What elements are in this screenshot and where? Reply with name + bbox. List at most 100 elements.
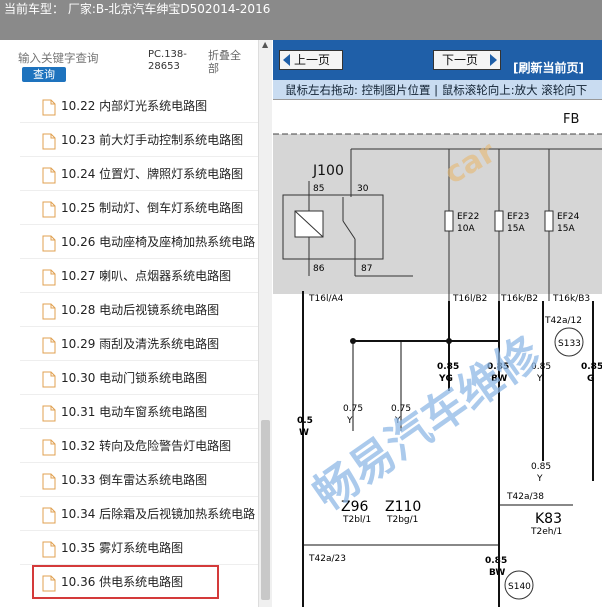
scroll-up-arrow-icon[interactable]: ▲ [262,40,268,49]
tree-item-label: 10.25 制动灯、倒车灯系统电路图 [61,201,244,215]
pin-30-label: 30 [357,184,369,194]
top-bar: 当前车型： 厂家:B-北京汽车绅宝D502014-2016 [0,0,602,40]
document-icon [42,99,56,116]
document-icon [42,439,56,456]
document-icon [42,269,56,286]
tree-item-label: 10.24 位置灯、牌照灯系统电路图 [61,167,244,181]
tree-item[interactable]: 10.26 电动座椅及座椅加热系统电路 [20,225,258,259]
splice-s140-label: S140 [508,582,531,592]
fb-label: FB [563,112,579,127]
collapse-all-link[interactable]: 折叠全部 [208,49,250,75]
tree-item[interactable]: 10.25 制动灯、倒车灯系统电路图 [20,191,258,225]
wire-7-color: Y [536,474,543,484]
tree-item-label: 10.29 雨刮及清洗系统电路图 [61,337,220,351]
arrow-left-icon [283,54,290,66]
fuse-ef23-name: EF23 [507,212,529,222]
search-bar: 查询 PC.138-28653 折叠全部 [0,40,258,84]
circuit-tree: 10.22 内部灯光系统电路图 10.23 前大灯手动控制系统电路图 10.24 位… [20,89,258,599]
splice-dot-b [446,338,452,344]
tree-item-label: 10.22 内部灯光系统电路图 [61,99,208,113]
document-icon [42,337,56,354]
tree-item[interactable]: 10.24 位置灯、牌照灯系统电路图 [20,157,258,191]
relay-label: J100 [312,163,344,179]
tree-item-label: 10.30 电动门锁系统电路图 [61,371,208,385]
wire-1-color: Y [346,416,353,426]
conn-t2bl-1: T2bl/1 [342,515,371,525]
splice-dot-a [350,338,356,344]
pin-85-label: 85 [313,184,324,194]
arrow-right-icon [490,54,497,66]
wire-8-gauge: 0.85 [485,556,507,566]
document-icon [42,371,56,388]
next-page-label: 下一页 [442,53,479,67]
tree-item-label: 10.26 电动座椅及座椅加热系统电路 [61,235,256,249]
tree-item[interactable]: 10.29 雨刮及清洗系统电路图 [20,327,258,361]
fuse-ef23-rating: 15A [507,224,525,234]
wire-6-color: G [587,374,594,384]
component-z110: Z110 [385,499,421,515]
wire-0-color: W [299,428,309,438]
wire-6-gauge: 0.85 [581,362,602,372]
conn-t16k-b3: T16k/B3 [552,294,590,304]
pin-87-label: 87 [361,264,372,274]
conn-t42a-12: T42a/12 [544,316,582,326]
tree-item-label: 10.23 前大灯手动控制系统电路图 [61,133,244,147]
tree-item[interactable]: 10.23 前大灯手动控制系统电路图 [20,123,258,157]
tree-item[interactable]: 10.32 转向及危险警告灯电路图 [20,429,258,463]
splice-s133-label: S133 [558,339,581,349]
tree-item[interactable]: 10.30 电动门锁系统电路图 [20,361,258,395]
vehicle-title: 当前车型： 厂家:B-北京汽车绅宝D502014-2016 [4,2,271,16]
wire-3-gauge: 0.85 [437,362,459,372]
tree-scrollbar[interactable]: ▲ [258,40,272,607]
tree-item-label: 10.33 倒车雷达系统电路图 [61,473,208,487]
hint-bar: 鼠标左右拖动: 控制图片位置 | 鼠标滚轮向上:放大 滚轮向下 [273,80,602,100]
fuse-ef22-name: EF22 [457,212,479,222]
tree-item-label: 10.34 后除霜及后视镜加热系统电路 [61,507,256,521]
tree-item[interactable]: 10.28 电动后视镜系统电路图 [20,293,258,327]
wire-1-gauge: 0.75 [343,404,363,414]
tree-item[interactable]: 10.34 后除霜及后视镜加热系统电路 [20,497,258,531]
fuse-ef22-rating: 10A [457,224,475,234]
document-icon [42,541,56,558]
tree-item-label: 10.35 雾灯系统电路图 [61,541,184,555]
refresh-page-link[interactable]: [刷新当前页] [513,59,584,76]
conn-t42a-38: T42a/38 [506,492,544,502]
tree-item[interactable]: 10.27 喇叭、点烟器系统电路图 [20,259,258,293]
document-icon [42,133,56,150]
document-icon [42,167,56,184]
next-page-button[interactable]: 下一页 [433,50,501,70]
conn-t16k-b2: T16k/B2 [500,294,538,304]
diagram-viewer: 上一页 下一页 [刷新当前页] 鼠标左右拖动: 控制图片位置 | 鼠标滚轮向上:… [273,40,602,607]
wiring-diagram[interactable]: FB J100 85 30 86 87 EF22 10A EF23 15A EF… [273,101,602,607]
tree-item[interactable]: 10.22 内部灯光系统电路图 [20,89,258,123]
wire-7-gauge: 0.85 [531,462,551,472]
wire-0-gauge: 0.5 [297,416,313,426]
pin-86-label: 86 [313,264,325,274]
document-icon [42,235,56,252]
tree-item[interactable]: 10.36 供电系统电路图 [32,565,219,599]
document-icon [42,405,56,422]
component-k83: K83 [535,511,562,527]
tree-item-label: 10.31 电动车窗系统电路图 [61,405,208,419]
search-input[interactable] [18,51,142,65]
scroll-thumb[interactable] [261,420,270,600]
tree-item-label: 10.27 喇叭、点烟器系统电路图 [61,269,232,283]
fuse-ef24-rating: 15A [557,224,575,234]
prev-page-button[interactable]: 上一页 [279,50,343,70]
document-icon [42,507,56,524]
tree-item[interactable]: 10.35 雾灯系统电路图 [20,531,258,565]
conn-t2bg-1: T2bg/1 [386,515,418,525]
tree-item[interactable]: 10.31 电动车窗系统电路图 [20,395,258,429]
fuse-ef24-name: EF24 [557,212,580,222]
document-icon [42,575,56,592]
wire-8-color: BW [489,568,505,578]
tree-item[interactable]: 10.33 倒车雷达系统电路图 [20,463,258,497]
document-icon [42,303,56,320]
viewer-toolbar: 上一页 下一页 [刷新当前页] [273,40,602,80]
document-icon [42,201,56,218]
tree-item-label: 10.36 供电系统电路图 [61,575,184,589]
pc-code-label: PC.138-28653 [148,49,187,72]
search-button[interactable]: 查询 [22,67,66,82]
document-icon [42,473,56,490]
tree-item-label: 10.32 转向及危险警告灯电路图 [61,439,232,453]
